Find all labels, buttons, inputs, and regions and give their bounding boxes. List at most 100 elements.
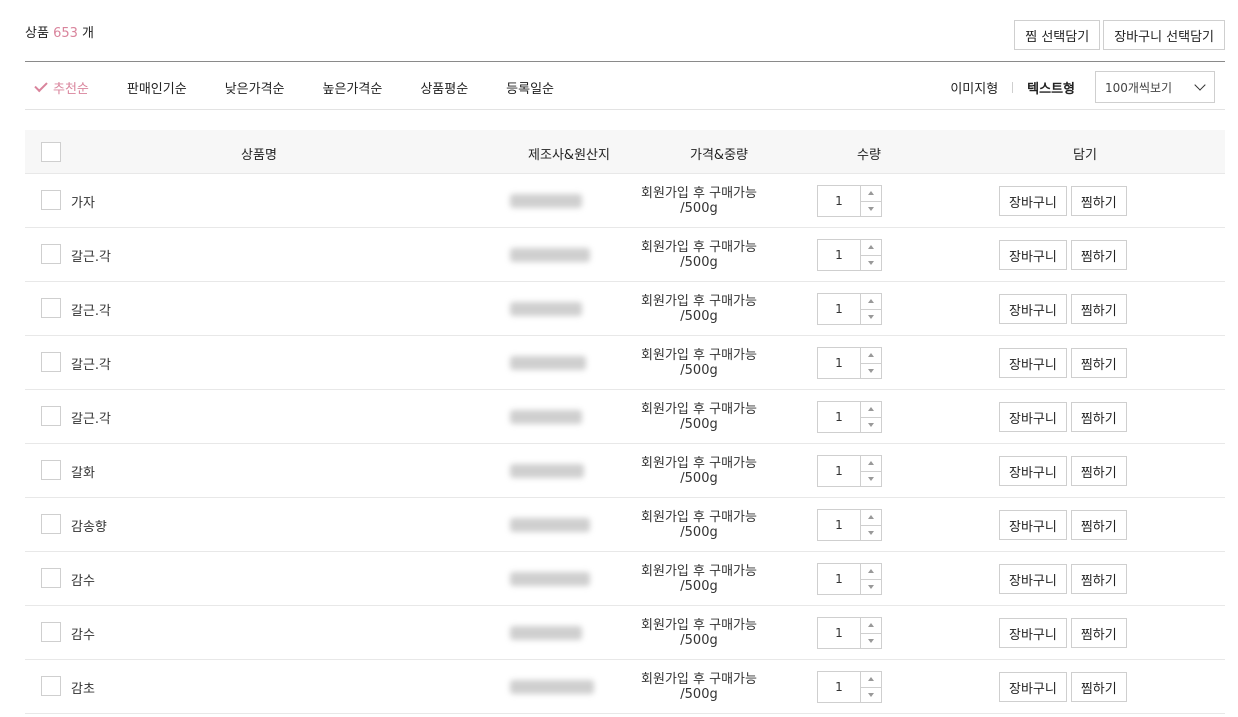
add-to-wishlist-button[interactable]: 찜하기 xyxy=(1070,456,1127,486)
quantity-down-button[interactable] xyxy=(861,416,881,433)
price-weight: 회원가입 후 구매가능/500g xyxy=(610,510,788,540)
sort-review[interactable]: 상품평순 xyxy=(420,78,468,97)
quantity-down-button[interactable] xyxy=(861,632,881,649)
quantity-up-button[interactable] xyxy=(861,186,881,201)
add-to-cart-button[interactable]: 장바구니 xyxy=(999,402,1067,432)
quantity-input[interactable]: 1 xyxy=(818,456,860,486)
quantity-down-button[interactable] xyxy=(861,470,881,487)
row-checkbox[interactable] xyxy=(41,568,61,588)
quantity-input[interactable]: 1 xyxy=(818,402,860,432)
sort-recommended[interactable]: 추천순 xyxy=(34,78,89,97)
quantity-up-button[interactable] xyxy=(861,618,881,633)
weight-text: /500g xyxy=(680,525,718,540)
chevron-up-icon xyxy=(868,623,874,628)
quantity-up-button[interactable] xyxy=(861,240,881,255)
quantity-up-button[interactable] xyxy=(861,456,881,471)
header-add: 담기 xyxy=(1073,148,1097,163)
quantity-input[interactable]: 1 xyxy=(818,618,860,648)
price-text: 회원가입 후 구매가능 xyxy=(641,240,757,255)
sort-bar: 추천순 판매인기순 낮은가격순 높은가격순 상품평순 등록일순 이미지형 텍스트… xyxy=(25,62,1225,110)
quantity-stepper: 1 xyxy=(817,671,882,703)
quantity-down-button[interactable] xyxy=(861,578,881,595)
row-actions: 장바구니 찜하기 xyxy=(999,564,1127,594)
add-to-wishlist-button[interactable]: 찜하기 xyxy=(1070,564,1127,594)
select-all-checkbox[interactable] xyxy=(41,142,61,162)
add-to-cart-button[interactable]: 장바구니 xyxy=(999,348,1067,378)
product-table: 상품명 제조사&원산지 가격&중량 수량 담기 가자 회원가입 후 구매가능/50… xyxy=(25,130,1225,714)
quantity-up-button[interactable] xyxy=(861,564,881,579)
quantity-up-button[interactable] xyxy=(861,402,881,417)
price-text: 회원가입 후 구매가능 xyxy=(641,510,757,525)
add-to-cart-button[interactable]: 장바구니 xyxy=(999,456,1067,486)
quantity-input[interactable]: 1 xyxy=(818,564,860,594)
add-to-wishlist-button[interactable]: 찜하기 xyxy=(1070,348,1127,378)
quantity-up-button[interactable] xyxy=(861,294,881,309)
quantity-input[interactable]: 1 xyxy=(818,186,860,216)
quantity-input[interactable]: 1 xyxy=(818,294,860,324)
add-to-wishlist-button[interactable]: 찜하기 xyxy=(1070,510,1127,540)
add-to-wishlist-button[interactable]: 찜하기 xyxy=(1070,672,1127,702)
row-checkbox[interactable] xyxy=(41,298,61,318)
add-to-cart-button[interactable]: 장바구니 xyxy=(999,618,1067,648)
sort-newest[interactable]: 등록일순 xyxy=(506,78,554,97)
view-image-button[interactable]: 이미지형 xyxy=(950,78,998,97)
sort-popular[interactable]: 판매인기순 xyxy=(127,78,187,97)
add-to-wishlist-button[interactable]: 찜하기 xyxy=(1070,402,1127,432)
quantity-input[interactable]: 1 xyxy=(818,510,860,540)
quantity-up-button[interactable] xyxy=(861,348,881,363)
table-row: 갈근.각 회원가입 후 구매가능/500g 1 장바구니 찜하기 xyxy=(25,336,1225,390)
add-to-cart-button[interactable]: 장바구니 xyxy=(999,510,1067,540)
cart-select-button[interactable]: 장바구니 선택담기 xyxy=(1103,20,1225,50)
quantity-input[interactable]: 1 xyxy=(818,240,860,270)
quantity-stepper: 1 xyxy=(817,347,882,379)
quantity-down-button[interactable] xyxy=(861,308,881,325)
wish-select-button[interactable]: 찜 선택담기 xyxy=(1014,20,1101,50)
row-checkbox[interactable] xyxy=(41,460,61,480)
row-checkbox[interactable] xyxy=(41,406,61,426)
quantity-down-button[interactable] xyxy=(861,254,881,271)
count-suffix: 개 xyxy=(82,26,94,41)
maker-origin-redacted xyxy=(510,248,590,262)
page-size-select[interactable]: 100개씩보기 xyxy=(1095,71,1215,103)
sort-price-low[interactable]: 낮은가격순 xyxy=(225,78,285,97)
maker-origin-redacted xyxy=(510,194,582,208)
row-checkbox[interactable] xyxy=(41,352,61,372)
price-text: 회원가입 후 구매가능 xyxy=(641,348,757,363)
quantity-down-button[interactable] xyxy=(861,524,881,541)
table-header: 상품명 제조사&원산지 가격&중량 수량 담기 xyxy=(25,130,1225,174)
add-to-cart-button[interactable]: 장바구니 xyxy=(999,672,1067,702)
chevron-down-icon xyxy=(868,422,874,427)
row-checkbox[interactable] xyxy=(41,190,61,210)
quantity-up-button[interactable] xyxy=(861,510,881,525)
row-checkbox[interactable] xyxy=(41,244,61,264)
quantity-up-button[interactable] xyxy=(861,672,881,687)
quantity-down-button[interactable] xyxy=(861,362,881,379)
quantity-input[interactable]: 1 xyxy=(818,672,860,702)
add-to-cart-button[interactable]: 장바구니 xyxy=(999,186,1067,216)
row-checkbox[interactable] xyxy=(41,514,61,534)
sort-price-high[interactable]: 높은가격순 xyxy=(323,78,383,97)
quantity-down-button[interactable] xyxy=(861,686,881,703)
table-row: 감수 회원가입 후 구매가능/500g 1 장바구니 찜하기 xyxy=(25,552,1225,606)
add-to-wishlist-button[interactable]: 찜하기 xyxy=(1070,240,1127,270)
quantity-stepper: 1 xyxy=(817,563,882,595)
product-name: 감송향 xyxy=(71,520,107,535)
add-to-cart-button[interactable]: 장바구니 xyxy=(999,564,1067,594)
add-to-cart-button[interactable]: 장바구니 xyxy=(999,240,1067,270)
row-checkbox[interactable] xyxy=(41,676,61,696)
stepper-arrows xyxy=(860,294,881,324)
weight-text: /500g xyxy=(680,255,718,270)
add-to-wishlist-button[interactable]: 찜하기 xyxy=(1070,618,1127,648)
quantity-input[interactable]: 1 xyxy=(818,348,860,378)
add-to-wishlist-button[interactable]: 찜하기 xyxy=(1070,186,1127,216)
chevron-up-icon xyxy=(868,569,874,574)
row-checkbox[interactable] xyxy=(41,622,61,642)
price-weight: 회원가입 후 구매가능/500g xyxy=(610,456,788,486)
add-to-cart-button[interactable]: 장바구니 xyxy=(999,294,1067,324)
add-to-wishlist-button[interactable]: 찜하기 xyxy=(1070,294,1127,324)
table-row: 갈근.각 회원가입 후 구매가능/500g 1 장바구니 찜하기 xyxy=(25,228,1225,282)
quantity-down-button[interactable] xyxy=(861,200,881,217)
weight-text: /500g xyxy=(680,471,718,486)
view-text-button[interactable]: 텍스트형 xyxy=(1027,78,1075,97)
table-row: 가자 회원가입 후 구매가능/500g 1 장바구니 찜하기 xyxy=(25,174,1225,228)
